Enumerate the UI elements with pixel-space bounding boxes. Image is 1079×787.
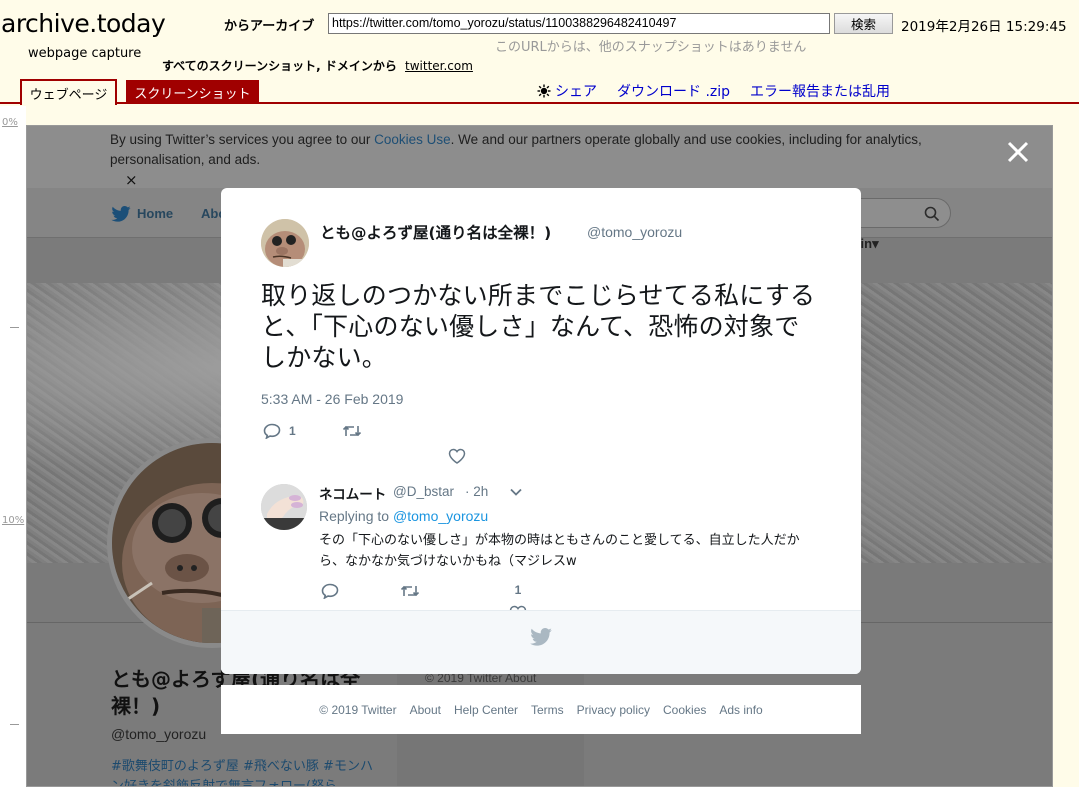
archive-url-input[interactable]: https://twitter.com/tomo_yorozu/status/1… [328, 13, 830, 34]
footer-terms-link[interactable]: Terms [531, 703, 564, 717]
twitter-bird-icon [111, 206, 131, 222]
reply-author-avatar[interactable] [261, 484, 307, 530]
reply-icon [321, 583, 339, 599]
reply-timestamp[interactable]: · 2h [465, 484, 488, 499]
replying-to-label: Replying to [319, 508, 390, 524]
hand-avatar-image [261, 484, 307, 530]
tweet-reply-button[interactable]: 1 [263, 423, 296, 439]
twitter-page-footer: © 2019 Twitter About Help Center Terms P… [221, 685, 861, 734]
tweet-like-button[interactable] [448, 448, 466, 464]
tab-webpage[interactable]: ウェブページ [20, 79, 117, 105]
share-icon [537, 84, 551, 98]
replying-to: Replying to @tomo_yorozu [319, 508, 488, 524]
cookie-banner-text: By using Twitter’s services you agree to… [110, 130, 970, 170]
reply-author-handle[interactable]: @D_bstar [393, 484, 454, 499]
tweet-retweet-button[interactable] [342, 424, 362, 438]
twitter-bird-icon [530, 628, 552, 646]
ruler-mark-mid[interactable]: 10% [2, 515, 24, 526]
retweet-icon [400, 585, 420, 597]
reply-retweet-button[interactable] [400, 584, 420, 598]
tweet-reply-count: 1 [289, 424, 296, 438]
tweet-author-handle[interactable]: @tomo_yorozu [587, 224, 682, 240]
all-screenshots-text: すべてのスクリーンショット, ドメインから [162, 59, 397, 73]
pig-avatar-image [261, 219, 309, 267]
profile-handle: @tomo_yorozu [111, 726, 207, 742]
reply-text: その「下心のない優しさ」が本物の時はともさんのこと愛してる、自立した人だから、な… [319, 533, 800, 569]
ruler-dash [10, 724, 19, 725]
tweet-author-name[interactable]: とも@よろず屋(通り名は全裸！) [320, 221, 551, 243]
footer-privacy-link[interactable]: Privacy policy [577, 703, 650, 717]
tweet-timestamp[interactable]: 5:33 AM - 26 Feb 2019 [261, 391, 403, 407]
footer-cookies-link[interactable]: Cookies [663, 703, 706, 717]
tweet-modal-footer [221, 610, 861, 674]
tweet-author-avatar[interactable] [261, 219, 309, 267]
ruler-dash [10, 327, 19, 328]
retweet-icon [342, 425, 362, 437]
tweet-text: 取り返しのつかない所までこじらせてる私にすると、「下心のない優しさ」なんて、恐怖… [261, 281, 816, 372]
archive-header: archive.today webpage capture からアーカイブ ht… [0, 0, 1079, 105]
report-abuse-link[interactable]: エラー報告または乱用 [750, 81, 890, 101]
nav-home[interactable]: Home [137, 206, 173, 221]
close-icon[interactable] [1006, 140, 1030, 164]
all-screenshots-label: すべてのスクリーンショット, ドメインから twitter.com [162, 57, 473, 74]
scroll-ruler: 0% 10% [0, 106, 26, 787]
cookie-close-button[interactable]: × [125, 171, 138, 189]
archive-logo[interactable]: archive.today [1, 9, 166, 38]
archive-from-label: からアーカイブ [224, 19, 315, 34]
footer-about-link[interactable]: About [410, 703, 441, 717]
share-link[interactable]: シェア [537, 81, 597, 101]
cookie-text-start: By using Twitter’s services you agree to… [110, 132, 375, 147]
profile-bio: #歌舞伎町のよろず屋 #飛べない豚 #モンハン好きを斜飾反射で無言フォロー(怒ら [111, 759, 373, 787]
reply-like-count: 1 [514, 583, 522, 597]
tab-screenshot[interactable]: スクリーンショット [126, 80, 259, 104]
search-icon [924, 206, 940, 222]
reply-icon [263, 423, 281, 439]
tweet-modal: とも@よろず屋(通り名は全裸！) @tomo_yorozu 取り返しのつかない所… [221, 188, 861, 674]
chevron-down-icon[interactable] [509, 487, 523, 497]
no-snapshots-notice: このURLからは、他のスナップショットはありません [495, 40, 807, 55]
footer-ads-link[interactable]: Ads info [719, 703, 762, 717]
all-screenshots-domain-link[interactable]: twitter.com [405, 59, 473, 73]
download-zip-link[interactable]: ダウンロード .zip [617, 81, 730, 101]
cookies-use-link[interactable]: Cookies Use [374, 132, 451, 147]
ruler-mark-top[interactable]: 0% [2, 117, 18, 128]
cookie-banner: By using Twitter’s services you agree to… [27, 126, 1052, 189]
archive-search-button[interactable]: 検索 [834, 13, 893, 34]
share-label: シェア [555, 84, 597, 100]
archive-logo-subtitle: webpage capture [28, 46, 142, 61]
heart-icon [448, 448, 466, 464]
replying-to-link[interactable]: @tomo_yorozu [393, 508, 488, 524]
archive-timestamp: 2019年2月26日 15:29:45 [901, 19, 1067, 35]
archive-action-links: シェア ダウンロード .zip エラー報告または乱用 [537, 81, 890, 101]
footer-help-link[interactable]: Help Center [454, 703, 518, 717]
reply-author-name[interactable]: ネコムート [319, 483, 386, 503]
chevron-down-icon: ▾ [872, 236, 879, 251]
reply-reply-button[interactable] [321, 583, 339, 599]
footer-copyright: © 2019 Twitter [319, 702, 397, 717]
